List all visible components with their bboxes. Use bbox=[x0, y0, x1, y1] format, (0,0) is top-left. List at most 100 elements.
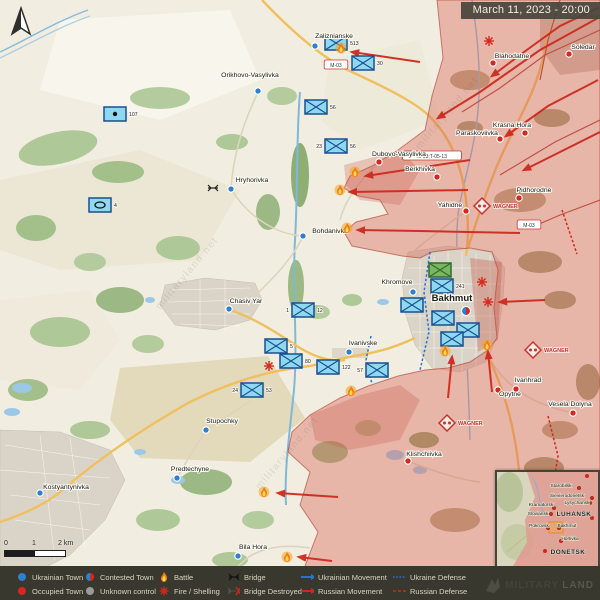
inset-town-dot-starobilsk bbox=[577, 486, 581, 490]
town-label: Stupochky bbox=[206, 418, 238, 425]
dot-contested-legend-icon bbox=[82, 571, 96, 583]
town-label: Vesela Dolyna bbox=[548, 401, 592, 408]
svg-text:24: 24 bbox=[232, 388, 238, 394]
town-label: Predtechyne bbox=[171, 466, 209, 473]
town-label: Bila Hora bbox=[239, 544, 267, 551]
svg-text:122: 122 bbox=[342, 365, 351, 371]
legend-label: Contested Town bbox=[100, 573, 154, 582]
legend-item-occupied-town: Occupied Town bbox=[14, 585, 83, 597]
legend-item-fire-shelling: Fire / Shelling bbox=[156, 585, 220, 597]
inset-canvas: StarobilskSievierodonetskLysychanskKrama… bbox=[497, 472, 598, 568]
svg-text:WAGNER: WAGNER bbox=[493, 204, 518, 210]
scale-bar-graphic bbox=[4, 550, 66, 557]
logo-text-land: LAND bbox=[562, 580, 594, 591]
town-label: Ivanhrad bbox=[515, 377, 542, 384]
town-label: Blahodatne bbox=[495, 53, 530, 60]
legend-label: Russian Movement bbox=[318, 587, 382, 596]
dot-unknown-legend-icon bbox=[82, 585, 96, 597]
svg-text:56: 56 bbox=[330, 105, 336, 111]
legend-label: Ukrainian Movement bbox=[318, 573, 387, 582]
svg-text:80: 80 bbox=[305, 359, 311, 365]
shelling-icon bbox=[484, 36, 494, 46]
town-label: Klishchiivka bbox=[406, 451, 442, 458]
battle-icon bbox=[342, 223, 353, 234]
svg-text:23: 23 bbox=[316, 144, 322, 150]
shelling-icon bbox=[477, 277, 487, 287]
town-label: Hryhorivka bbox=[236, 177, 269, 184]
legend-item-battle: Battle bbox=[156, 571, 193, 583]
inset-town-dot-sievierodonetsk bbox=[590, 496, 594, 500]
battle-icon bbox=[282, 552, 293, 563]
inset-town-label: Sloviansk bbox=[528, 511, 549, 517]
inset-region-label-donetsk: DONETSK bbox=[551, 549, 586, 556]
town-label: Zaliznianske bbox=[315, 33, 353, 40]
inset-town-dot-sloviansk bbox=[549, 512, 553, 516]
town-label: Ivanivske bbox=[349, 340, 378, 347]
svg-text:5: 5 bbox=[290, 344, 293, 350]
inset-overview-map: StarobilskSievierodonetskLysychanskKrama… bbox=[495, 470, 600, 570]
battle-icon bbox=[440, 346, 451, 357]
legend-item-ukraine-defense: Ukraine Defense bbox=[392, 571, 466, 583]
inset-town-label: Sievierodonetsk bbox=[550, 493, 585, 499]
battle-icon bbox=[346, 386, 357, 397]
scale-label-1: 1 bbox=[32, 540, 36, 547]
svg-text:WAGNER: WAGNER bbox=[544, 348, 569, 354]
bridge-legend-icon bbox=[226, 571, 240, 583]
inset-town-dot bbox=[543, 549, 547, 553]
dot-ua-legend-icon bbox=[14, 571, 28, 583]
militaryland-logo: MILITARYLAND bbox=[484, 577, 594, 593]
battle-icon bbox=[482, 340, 493, 351]
legend-label: Occupied Town bbox=[32, 587, 83, 596]
dot-occ-legend-icon bbox=[14, 585, 28, 597]
svg-text:107: 107 bbox=[129, 112, 138, 118]
town-label: Soledar bbox=[571, 44, 595, 51]
town-label: Dubovo-Vasylivka bbox=[372, 151, 426, 158]
scale-bar: 0 1 2 km bbox=[4, 540, 74, 558]
legend-label: Ukrainian Town bbox=[32, 573, 83, 582]
town-label: Kostyantynivka bbox=[43, 484, 89, 491]
legend-item-bridge: Bridge bbox=[226, 571, 266, 583]
town-label: Chasiv Yar bbox=[230, 298, 263, 305]
unit-marker-special bbox=[429, 263, 451, 277]
legend-label: Battle bbox=[174, 573, 193, 582]
logo-glyph-icon bbox=[484, 577, 502, 593]
legend-item-russian-defense: Russian Defense bbox=[392, 585, 467, 597]
svg-text:56: 56 bbox=[350, 144, 356, 150]
inset-town-label: Kramatorsk bbox=[529, 502, 554, 508]
arrow-ua-legend-icon bbox=[300, 571, 314, 583]
town-label: Pidhorodne bbox=[517, 187, 552, 194]
town-label: Yahidne bbox=[438, 202, 463, 209]
town-label: Orikhovo-Vasylivka bbox=[221, 72, 279, 79]
legend-item-ukrainian-town: Ukrainian Town bbox=[14, 571, 83, 583]
town-label: Khromove bbox=[382, 279, 413, 286]
legend-item-unknown-control: Unknown control bbox=[82, 585, 156, 597]
legend-item-bridge-destroyed: Bridge Destroyed bbox=[226, 585, 302, 597]
legend-item-contested-town: Contested Town bbox=[82, 571, 154, 583]
legend-item-russian-movement: Russian Movement bbox=[300, 585, 382, 597]
svg-text:12: 12 bbox=[317, 308, 323, 314]
legend-label: Russian Defense bbox=[410, 587, 467, 596]
shelling-legend-icon bbox=[156, 585, 170, 597]
legend-label: Ukraine Defense bbox=[410, 573, 466, 582]
battle-icon bbox=[335, 185, 346, 196]
shelling-icon bbox=[483, 297, 493, 307]
bridge-destroyed-legend-icon bbox=[226, 585, 240, 597]
legend-label: Fire / Shelling bbox=[174, 587, 220, 596]
inset-town-label: Pokrovsk bbox=[529, 523, 549, 529]
scale-label-2: 2 km bbox=[58, 540, 73, 547]
north-arrow-icon bbox=[6, 4, 36, 40]
dash-ua-legend-icon bbox=[392, 571, 406, 583]
road-label: M-03 bbox=[324, 60, 348, 69]
town-label: Paraskoviivka bbox=[456, 130, 498, 137]
legend-label: Unknown control bbox=[100, 587, 156, 596]
svg-text:57: 57 bbox=[357, 368, 363, 374]
battle-icon bbox=[336, 43, 347, 54]
map-screenshot: militaryland.net militaryland.net milita… bbox=[0, 0, 600, 600]
town-label: Bakhmut bbox=[432, 293, 473, 304]
scale-label-0: 0 bbox=[4, 540, 8, 547]
legend-item-ukrainian-movement: Ukrainian Movement bbox=[300, 571, 387, 583]
unit-marker-inf bbox=[441, 332, 463, 346]
map-legend: MILITARYLAND Ukrainian Town Occupied Town… bbox=[0, 566, 600, 600]
dash-ru-legend-icon bbox=[392, 585, 406, 597]
inset-town-label: Starobilsk bbox=[550, 483, 572, 489]
